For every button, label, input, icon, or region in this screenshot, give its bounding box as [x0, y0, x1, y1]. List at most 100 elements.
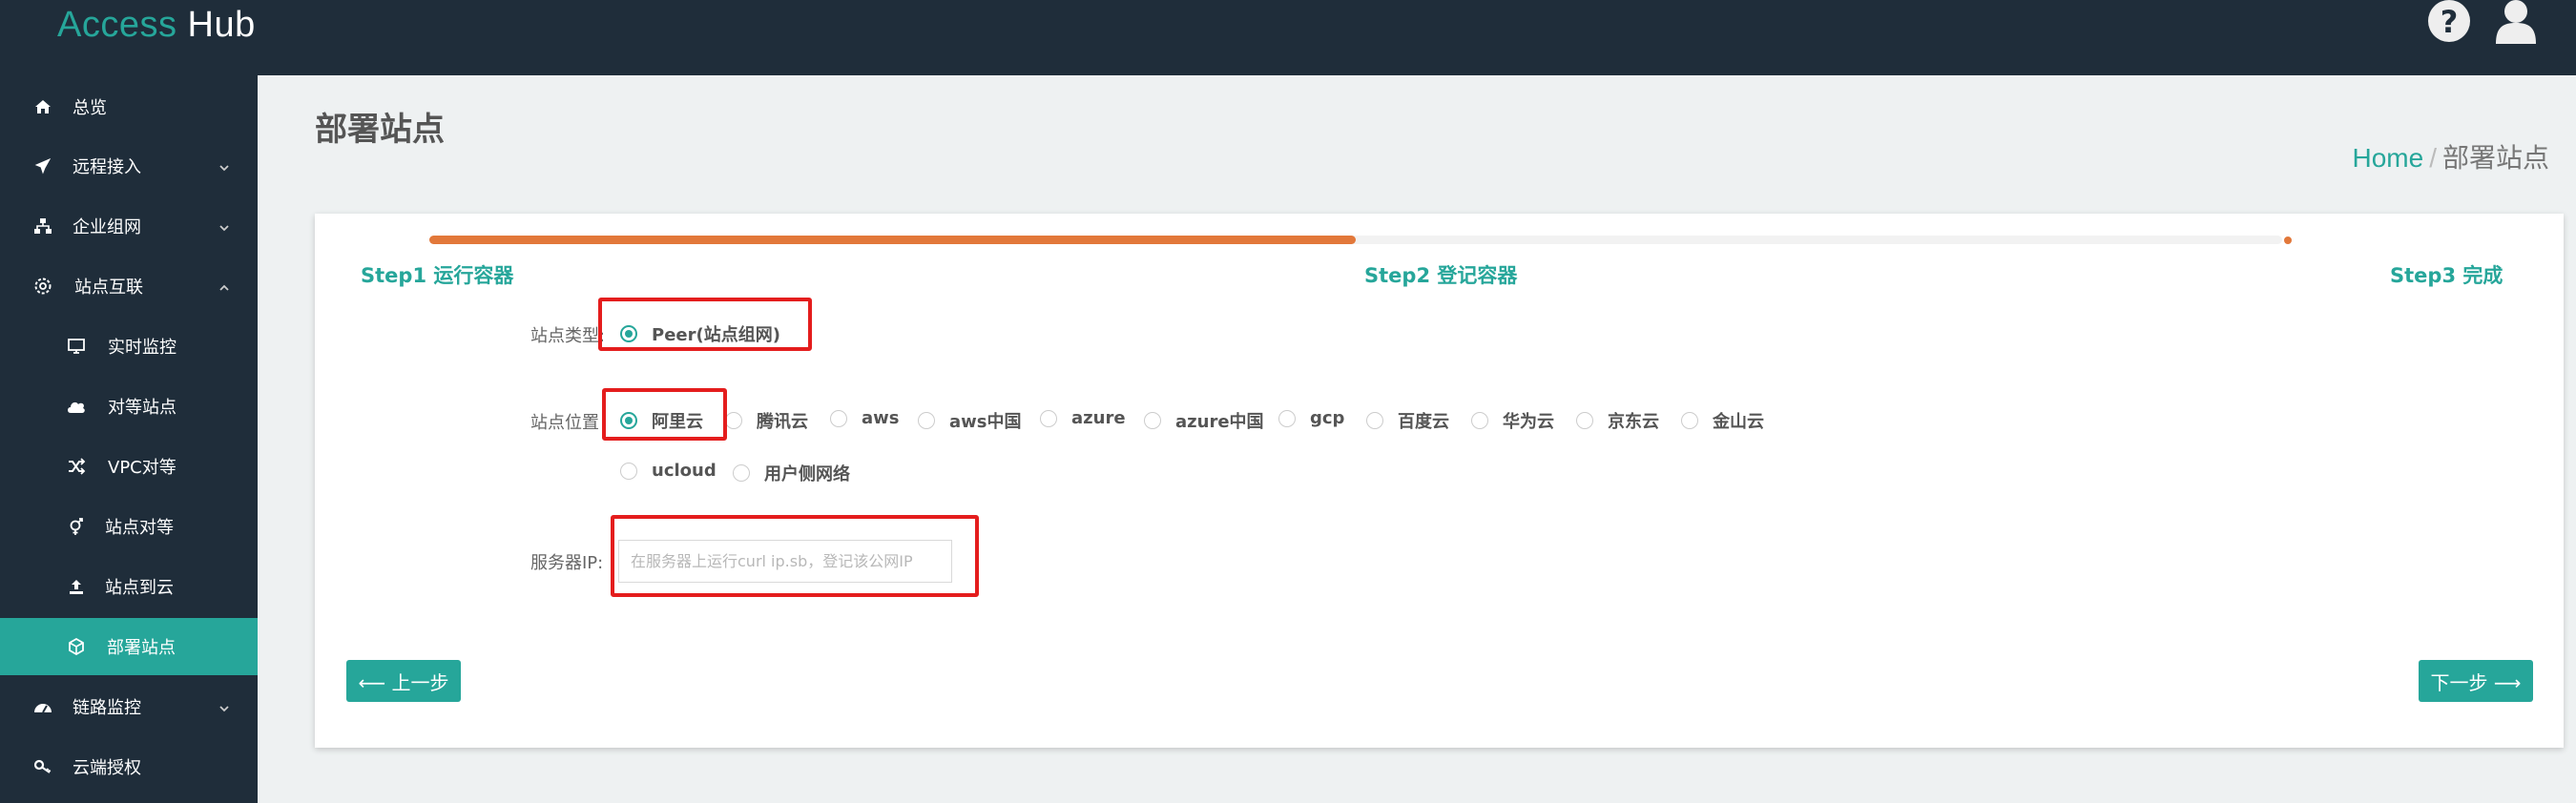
site-location-radio-aws-china[interactable]: aws中国 [918, 408, 1022, 433]
site-location-radio-jd[interactable]: 京东云 [1576, 408, 1659, 433]
cloud-icon [66, 396, 87, 417]
site-location-radio-aliyun[interactable]: 阿里云 [620, 408, 703, 433]
sidebar-item-label: 部署站点 [107, 638, 176, 658]
site-location-radio-tencent[interactable]: 腾讯云 [725, 408, 808, 433]
sidebar-item-label: 站点对等 [105, 518, 174, 538]
sidebar-item-remote-access[interactable]: 远程接入 [0, 137, 258, 195]
sidebar: 总览 远程接入 企业组网 站点互联 实时监控 对等站点 VPC对等 站点对等 站… [0, 75, 258, 803]
wizard-progress-fill [429, 236, 1356, 244]
radio-label: 金山云 [1713, 412, 1764, 432]
dashboard-icon [32, 696, 53, 717]
site-location-radio-baidu[interactable]: 百度云 [1366, 408, 1449, 433]
sidebar-item-label: 云端授权 [73, 758, 141, 778]
radio-label: 京东云 [1608, 412, 1659, 432]
radio-label: 腾讯云 [757, 412, 808, 432]
cube-icon [66, 636, 87, 657]
sidebar-item-realtime-monitor[interactable]: 实时监控 [0, 318, 258, 375]
step-2-label: Step2 登记容器 [1364, 264, 1518, 287]
breadcrumb: Home / 部署站点 [2353, 137, 2550, 175]
radio-label: 百度云 [1398, 412, 1449, 432]
upload-icon [66, 576, 87, 597]
site-location-radio-azure-china[interactable]: azure中国 [1144, 408, 1264, 433]
radio-button[interactable] [918, 412, 935, 429]
site-type-label: 站点类型: [530, 326, 606, 346]
radio-label: ucloud [652, 461, 717, 481]
radio-label: gcp [1310, 408, 1345, 428]
site-location-radio-huawei[interactable]: 华为云 [1471, 408, 1554, 433]
radio-button[interactable] [1278, 409, 1296, 427]
radio-button[interactable] [830, 409, 847, 427]
sidebar-item-overview[interactable]: 总览 [0, 78, 258, 135]
progress-end-dot [2284, 237, 2292, 244]
sidebar-item-label: VPC对等 [108, 458, 177, 478]
radio-button[interactable] [620, 325, 637, 342]
key-icon [32, 756, 53, 777]
sidebar-item-site-peer[interactable]: 站点对等 [0, 498, 258, 555]
user-icon[interactable] [2494, 0, 2538, 44]
top-bar: Access Hub ? [0, 0, 2576, 75]
sidebar-item-link-monitor[interactable]: 链路监控 [0, 678, 258, 735]
wizard-progress-bar [429, 236, 2282, 244]
gear-icon [32, 276, 53, 297]
next-step-button[interactable]: 下一步 ⟶ [2419, 660, 2533, 702]
sidebar-item-label: 远程接入 [73, 157, 141, 177]
radio-button[interactable] [733, 464, 750, 482]
plane-icon [32, 155, 53, 176]
sidebar-item-vpc-peer[interactable]: VPC对等 [0, 438, 258, 495]
radio-label: aws中国 [949, 412, 1022, 432]
breadcrumb-home-link[interactable]: Home [2353, 143, 2424, 173]
sidebar-item-label: 实时监控 [108, 338, 177, 358]
sidebar-item-enterprise-network[interactable]: 企业组网 [0, 197, 258, 255]
sidebar-item-cloud-license[interactable]: 云端授权 [0, 738, 258, 795]
sidebar-item-label: 站点互联 [74, 278, 143, 298]
sidebar-item-label: 对等站点 [108, 398, 177, 418]
radio-button[interactable] [1144, 412, 1161, 429]
site-location-radio-gcp[interactable]: gcp [1278, 408, 1344, 428]
deploy-wizard-card: Step1 运行容器 Step2 登记容器 Step3 完成 站点类型: Pee… [315, 214, 2564, 748]
help-icon[interactable]: ? [2427, 0, 2471, 44]
chevron-down-icon [218, 700, 231, 713]
chevron-down-icon [218, 159, 231, 173]
server-ip-label: 服务器IP: [530, 553, 604, 573]
radio-label: azure [1071, 408, 1126, 428]
site-type-radio-peer[interactable]: Peer(站点组网) [620, 321, 780, 346]
radio-button[interactable] [1681, 412, 1698, 429]
sidebar-item-peer-site[interactable]: 对等站点 [0, 378, 258, 435]
radio-button[interactable] [1576, 412, 1593, 429]
site-location-radio-kingsoft[interactable]: 金山云 [1681, 408, 1764, 433]
radio-label: azure中国 [1175, 412, 1264, 432]
radio-button[interactable] [1471, 412, 1488, 429]
prev-step-button[interactable]: ⟵ 上一步 [346, 660, 461, 702]
server-ip-input[interactable] [618, 540, 952, 583]
step-3-label: Step3 完成 [2390, 264, 2503, 287]
sidebar-item-label: 总览 [73, 98, 107, 118]
radio-label: 用户侧网络 [764, 464, 850, 484]
radio-button[interactable] [620, 412, 637, 429]
site-location-radio-user-network[interactable]: 用户侧网络 [733, 461, 850, 485]
radio-label: Peer(站点组网) [652, 325, 780, 345]
app-logo[interactable]: Access Hub [57, 0, 256, 50]
radio-button[interactable] [1040, 409, 1057, 427]
sidebar-item-label: 站点到云 [105, 578, 174, 598]
chevron-up-icon [218, 279, 231, 293]
site-location-radio-azure[interactable]: azure [1040, 408, 1126, 428]
svg-text:?: ? [2441, 4, 2459, 40]
radio-label: 华为云 [1503, 412, 1554, 432]
sidebar-item-deploy-site[interactable]: 部署站点 [0, 618, 258, 675]
radio-button[interactable] [620, 462, 637, 480]
sidebar-item-site-interconnect[interactable]: 站点互联 [0, 257, 258, 315]
site-location-radio-aws[interactable]: aws [830, 408, 900, 428]
sidebar-item-label: 企业组网 [73, 217, 141, 237]
chevron-down-icon [218, 219, 231, 233]
logo-text-hub: Hub [187, 5, 256, 45]
radio-button[interactable] [1366, 412, 1383, 429]
radio-button[interactable] [725, 412, 742, 429]
sidebar-item-site-to-cloud[interactable]: 站点到云 [0, 558, 258, 615]
breadcrumb-current: 部署站点 [2441, 143, 2549, 173]
venus-mars-icon [66, 516, 87, 537]
sidebar-item-label: 链路监控 [73, 698, 141, 718]
site-location-radio-ucloud[interactable]: ucloud [620, 461, 717, 481]
shuffle-icon [66, 456, 87, 477]
monitor-icon [66, 336, 87, 357]
site-location-label: 站点位置 [530, 413, 599, 433]
